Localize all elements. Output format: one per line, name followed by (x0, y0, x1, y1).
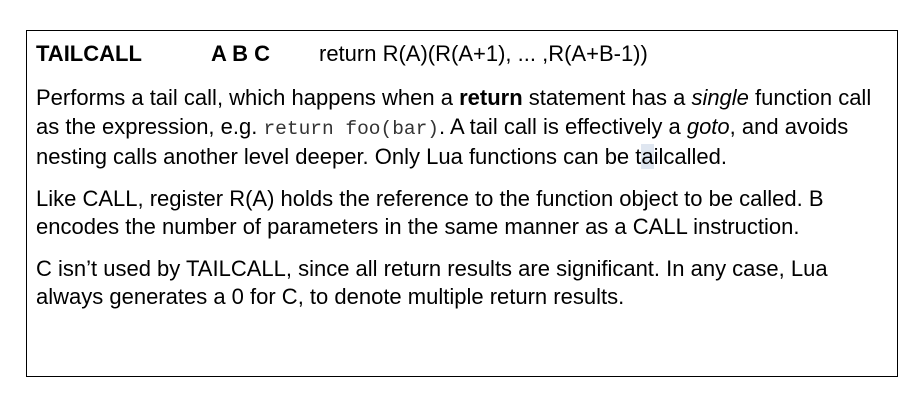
paragraph-register-usage: Like CALL, register R(A) holds the refer… (36, 185, 824, 240)
paragraph-tail-call: Performs a tail call, which happens when… (36, 84, 891, 172)
text-cursor-highlight: a (641, 144, 654, 169)
keyword-return: return (459, 85, 523, 110)
opcode-operands: A B C (211, 41, 271, 66)
instruction-body: Performs a tail call, which happens when… (36, 84, 891, 325)
emphasis-goto: goto (686, 113, 730, 139)
code-example: return foo(bar) (263, 117, 439, 140)
emphasis-single: single (691, 85, 749, 110)
opcode-description: return R(A)(R(A+1), ... ,R(A+B-1)) (319, 41, 648, 66)
text-segment: Performs a tail call, which happens when… (36, 85, 460, 110)
paragraph-c-operand: C isn’t used by TAILCALL, since all retu… (36, 255, 828, 310)
opcode-name: TAILCALL (36, 41, 142, 66)
text-segment: statement has a (522, 85, 692, 110)
text-segment: ilcalled. (653, 144, 728, 169)
instruction-box: TAILCALL A B C return R(A)(R(A+1), ... ,… (26, 30, 898, 377)
text-segment: . A tail call is effectively a (439, 113, 687, 139)
